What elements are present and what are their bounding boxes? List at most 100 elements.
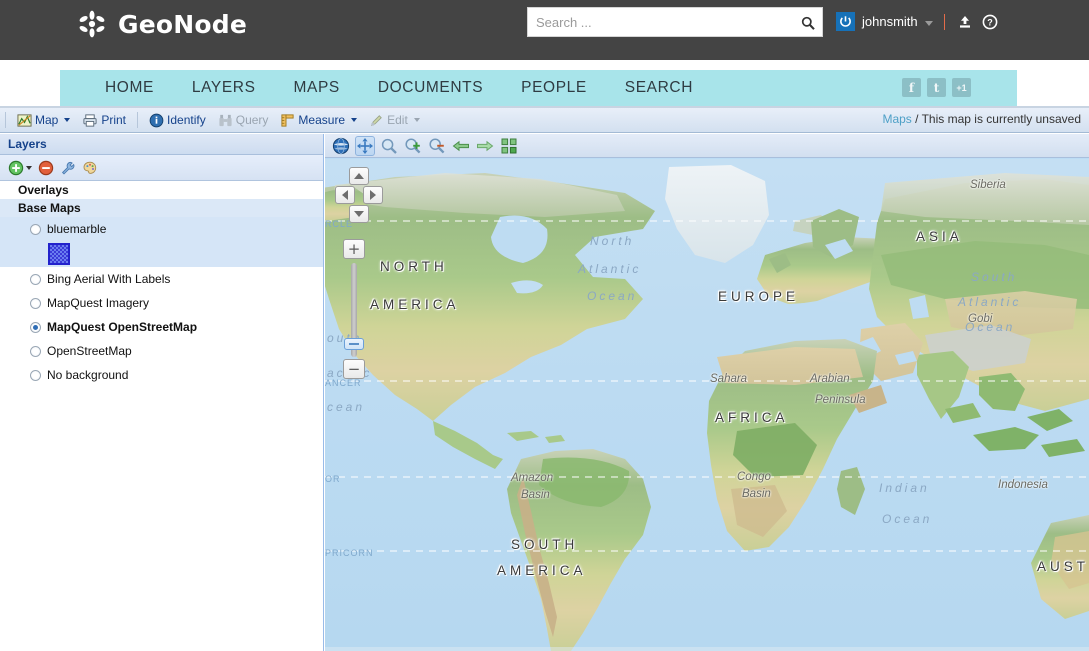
layer-radio[interactable] (30, 297, 41, 309)
previous-extent-button[interactable] (451, 136, 471, 156)
layers-panel-toolbar (0, 155, 323, 181)
nav-item-documents[interactable]: DOCUMENTS (359, 70, 502, 106)
layer-style-button[interactable] (82, 160, 98, 176)
zoom-to-layer-extent-button[interactable] (499, 136, 519, 156)
grid-squares-green-icon (501, 138, 517, 153)
pan-tool-button[interactable] (355, 135, 375, 156)
layer-row-bluemarble[interactable]: bluemarble (0, 217, 323, 241)
maps-breadcrumb-link[interactable]: Maps (882, 112, 911, 126)
chevron-down-icon[interactable] (26, 165, 32, 170)
zoom-out-button[interactable] (427, 136, 447, 156)
globe-icon (332, 137, 350, 154)
layers-panel-title: Layers (0, 134, 323, 155)
layer-label: OpenStreetMap (47, 344, 132, 358)
nav-item-search[interactable]: SEARCH (606, 70, 712, 106)
toolbar-print-button[interactable]: Print (76, 109, 132, 132)
layer-radio[interactable] (30, 345, 41, 357)
ruler-icon (281, 113, 295, 127)
magnifier-icon (381, 138, 397, 154)
zoom-in-button[interactable]: + (343, 239, 365, 259)
layer-row-bing-aerial-with-labels[interactable]: Bing Aerial With Labels (0, 267, 323, 291)
wrench-icon (61, 161, 75, 175)
nav-item-maps[interactable]: MAPS (275, 70, 359, 106)
plus-circle-green-icon (8, 160, 24, 175)
layer-row-mapquest-openstreetmap[interactable]: MapQuest OpenStreetMap (0, 315, 323, 339)
pan-right-button[interactable] (363, 186, 383, 204)
nav-item-home[interactable]: HOME (86, 70, 173, 106)
brand-title: GeoNode (118, 9, 248, 39)
toolbar-map-label: Map (35, 113, 59, 127)
search-input[interactable] (528, 8, 790, 36)
layer-row-no-background[interactable]: No background (0, 363, 323, 387)
magnifier-minus-icon (429, 137, 445, 153)
layer-label: Bing Aerial With Labels (47, 272, 171, 286)
layer-label: bluemarble (47, 222, 107, 236)
nav-item-layers[interactable]: LAYERS (173, 70, 275, 106)
toolbar-divider (5, 112, 6, 128)
pan-left-button[interactable] (335, 186, 355, 204)
facebook-icon[interactable]: f (902, 78, 921, 97)
tree-group-overlays[interactable]: Overlays (0, 181, 323, 199)
layer-radio[interactable] (30, 321, 41, 333)
map-app-toolbar: Map Print Identify Query Measure Edit Ma… (0, 108, 1089, 133)
chevron-down-icon[interactable] (351, 118, 358, 122)
site-header: GeoNode johnsmith (0, 0, 1089, 60)
layer-label: No background (47, 368, 129, 382)
pencil-icon (371, 114, 382, 126)
arrow-right-green-icon (477, 140, 494, 151)
layer-row-openstreetmap[interactable]: OpenStreetMap (0, 339, 323, 363)
magnifier-plus-icon (405, 137, 421, 153)
nav-item-people[interactable]: PEOPLE (502, 70, 606, 106)
toolbar-edit-label: Edit (387, 113, 408, 127)
twitter-icon[interactable]: t (927, 78, 946, 97)
layer-radio[interactable] (30, 223, 41, 235)
chevron-down-icon (413, 118, 420, 122)
toolbar-identify-button[interactable]: Identify (143, 109, 212, 132)
zoom-in-button[interactable] (403, 136, 423, 156)
toolbar-map-button[interactable]: Map (11, 109, 76, 132)
zoom-slider-handle[interactable] (344, 338, 364, 350)
zoom-to-max-extent-button[interactable] (331, 136, 351, 156)
pan-up-button[interactable] (349, 167, 369, 185)
pan-control (335, 167, 383, 227)
search-icon (801, 16, 815, 30)
zoom-box-button[interactable] (379, 136, 399, 156)
pan-down-button[interactable] (349, 205, 369, 223)
googleplus-one-icon[interactable]: +1 (952, 78, 971, 97)
upload-icon[interactable] (956, 13, 974, 31)
zoom-control: + − (343, 239, 367, 379)
info-icon (149, 113, 164, 127)
search-button[interactable] (798, 13, 818, 33)
power-icon[interactable] (836, 12, 855, 31)
layer-properties-button[interactable] (60, 160, 76, 176)
layer-row-mapquest-imagery[interactable]: MapQuest Imagery (0, 291, 323, 315)
map-save-status: Maps / This map is currently unsaved (882, 112, 1081, 126)
help-question-icon[interactable]: ? (981, 13, 999, 31)
layer-legend-bluemarble (0, 241, 323, 267)
divider (943, 13, 945, 30)
svg-text:?: ? (987, 17, 993, 27)
map-canvas[interactable]: NORTH AMERICA North Atlantic Ocean EUROP… (325, 159, 1089, 651)
layer-radio[interactable] (30, 273, 41, 285)
layer-radio[interactable] (30, 369, 41, 381)
tree-group-base-maps[interactable]: Base Maps (0, 199, 323, 217)
zoom-out-button[interactable]: − (343, 359, 365, 379)
nav-items: HOME LAYERS MAPS DOCUMENTS PEOPLE SEARCH (86, 70, 712, 106)
toolbar-measure-button[interactable]: Measure (274, 109, 363, 132)
remove-layer-button[interactable] (38, 160, 54, 176)
chevron-down-icon[interactable] (64, 118, 71, 122)
map-area: NORTH AMERICA North Atlantic Ocean EUROP… (325, 134, 1089, 651)
geonode-map-application: GeoNode johnsmith (0, 0, 1089, 651)
layers-tree: Overlays Base Maps bluemarble Bing Aeria… (0, 181, 323, 387)
user-area: johnsmith ? (836, 12, 999, 31)
add-layer-button[interactable] (8, 160, 32, 176)
search-box[interactable] (527, 7, 823, 37)
layers-panel: Layers Overlays Base Maps bluemarble Bin… (0, 134, 324, 651)
next-extent-button[interactable] (475, 136, 495, 156)
brand[interactable]: GeoNode (76, 8, 247, 40)
social-links: f t +1 (902, 78, 971, 97)
chevron-down-icon[interactable] (924, 20, 933, 26)
toolbar-edit-button: Edit (363, 109, 426, 132)
user-name[interactable]: johnsmith (862, 14, 918, 29)
minus-circle-red-icon (38, 160, 54, 175)
